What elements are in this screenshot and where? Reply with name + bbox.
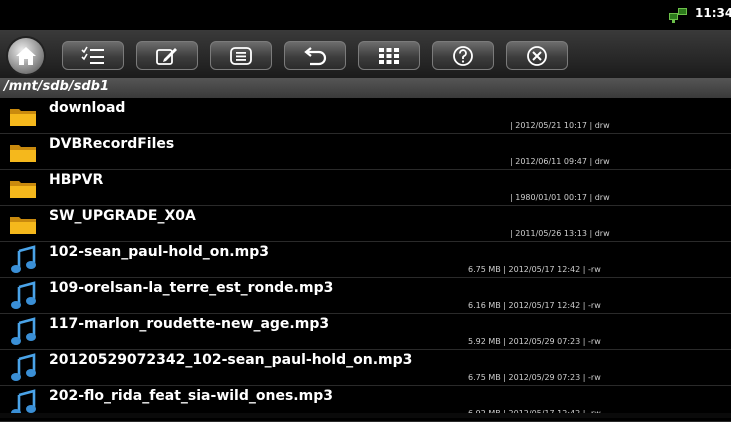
undo-icon	[304, 46, 327, 65]
status-bar: 11:34	[0, 0, 731, 30]
network-signal-icon	[669, 8, 687, 23]
grid-icon	[379, 47, 399, 64]
folder-icon	[10, 217, 36, 234]
file-details: | 2012/06/11 09:47 | drw	[510, 157, 610, 166]
file-name: 117-marlon_roudette-new_age.mp3	[49, 316, 330, 332]
file-list: download | 2012/05/21 10:17 | drw DVBReco…	[0, 98, 731, 422]
file-details: 6.75 MB | 2012/05/29 07:23 | -rw	[468, 373, 601, 382]
file-details: | 2012/05/21 10:17 | drw	[510, 121, 610, 130]
clock: 11:34	[695, 6, 731, 20]
music-note-icon	[11, 245, 36, 273]
back-button[interactable]	[284, 41, 346, 70]
path-bar: /mnt/sdb/sdb1	[0, 78, 731, 98]
folder-icon	[10, 145, 36, 162]
file-name: 109-orelsan-la_terre_est_ronde.mp3	[49, 280, 334, 296]
folder-icon	[10, 181, 36, 198]
home-button[interactable]	[8, 38, 44, 74]
file-name: download	[49, 100, 126, 116]
file-name: 202-flo_rida_feat_sia-wild_ones.mp3	[49, 388, 333, 404]
file-details: 6.16 MB | 2012/05/17 12:42 | -rw	[468, 301, 601, 310]
file-details: | 1980/01/01 00:17 | drw	[510, 193, 610, 202]
checklist-icon	[81, 46, 104, 64]
file-row[interactable]: 102-sean_paul-hold_on.mp3 6.75 MB | 2012/…	[0, 242, 731, 278]
grid-view-button[interactable]	[358, 41, 420, 70]
list-icon	[230, 46, 252, 65]
home-icon	[16, 47, 36, 65]
folder-row[interactable]: download | 2012/05/21 10:17 | drw	[0, 98, 731, 134]
file-name: 20120529072342_102-sean_paul-hold_on.mp3	[49, 352, 413, 368]
multi-select-button[interactable]	[62, 41, 124, 70]
close-icon	[527, 45, 547, 66]
list-item-partial	[0, 413, 731, 418]
file-details: 6.75 MB | 2012/05/17 12:42 | -rw	[468, 265, 601, 274]
edit-button[interactable]	[136, 41, 198, 70]
music-note-icon	[11, 353, 36, 381]
file-name: HBPVR	[49, 172, 104, 188]
file-row[interactable]: 20120529072342_102-sean_paul-hold_on.mp3…	[0, 350, 731, 386]
file-row[interactable]: 109-orelsan-la_terre_est_ronde.mp3 6.16 M…	[0, 278, 731, 314]
current-path: /mnt/sdb/sdb1	[4, 79, 110, 94]
folder-row[interactable]: SW_UPGRADE_X0A | 2011/05/26 13:13 | drw	[0, 206, 731, 242]
help-button[interactable]	[432, 41, 494, 70]
folder-row[interactable]: HBPVR | 1980/01/01 00:17 | drw	[0, 170, 731, 206]
file-details: | 2011/05/26 13:13 | drw	[510, 229, 610, 238]
file-name: SW_UPGRADE_X0A	[49, 208, 196, 224]
file-row[interactable]: 117-marlon_roudette-new_age.mp3 5.92 MB |…	[0, 314, 731, 350]
folder-row[interactable]: DVBRecordFiles | 2012/06/11 09:47 | drw	[0, 134, 731, 170]
music-note-icon	[11, 281, 36, 309]
edit-icon	[156, 47, 177, 65]
close-button[interactable]	[506, 41, 568, 70]
list-view-button[interactable]	[210, 41, 272, 70]
music-note-icon	[11, 317, 36, 345]
help-icon	[453, 45, 473, 66]
file-name: 102-sean_paul-hold_on.mp3	[49, 244, 269, 260]
file-name: DVBRecordFiles	[49, 136, 175, 152]
file-details: 5.92 MB | 2012/05/29 07:23 | -rw	[468, 337, 601, 346]
folder-icon	[10, 109, 36, 126]
